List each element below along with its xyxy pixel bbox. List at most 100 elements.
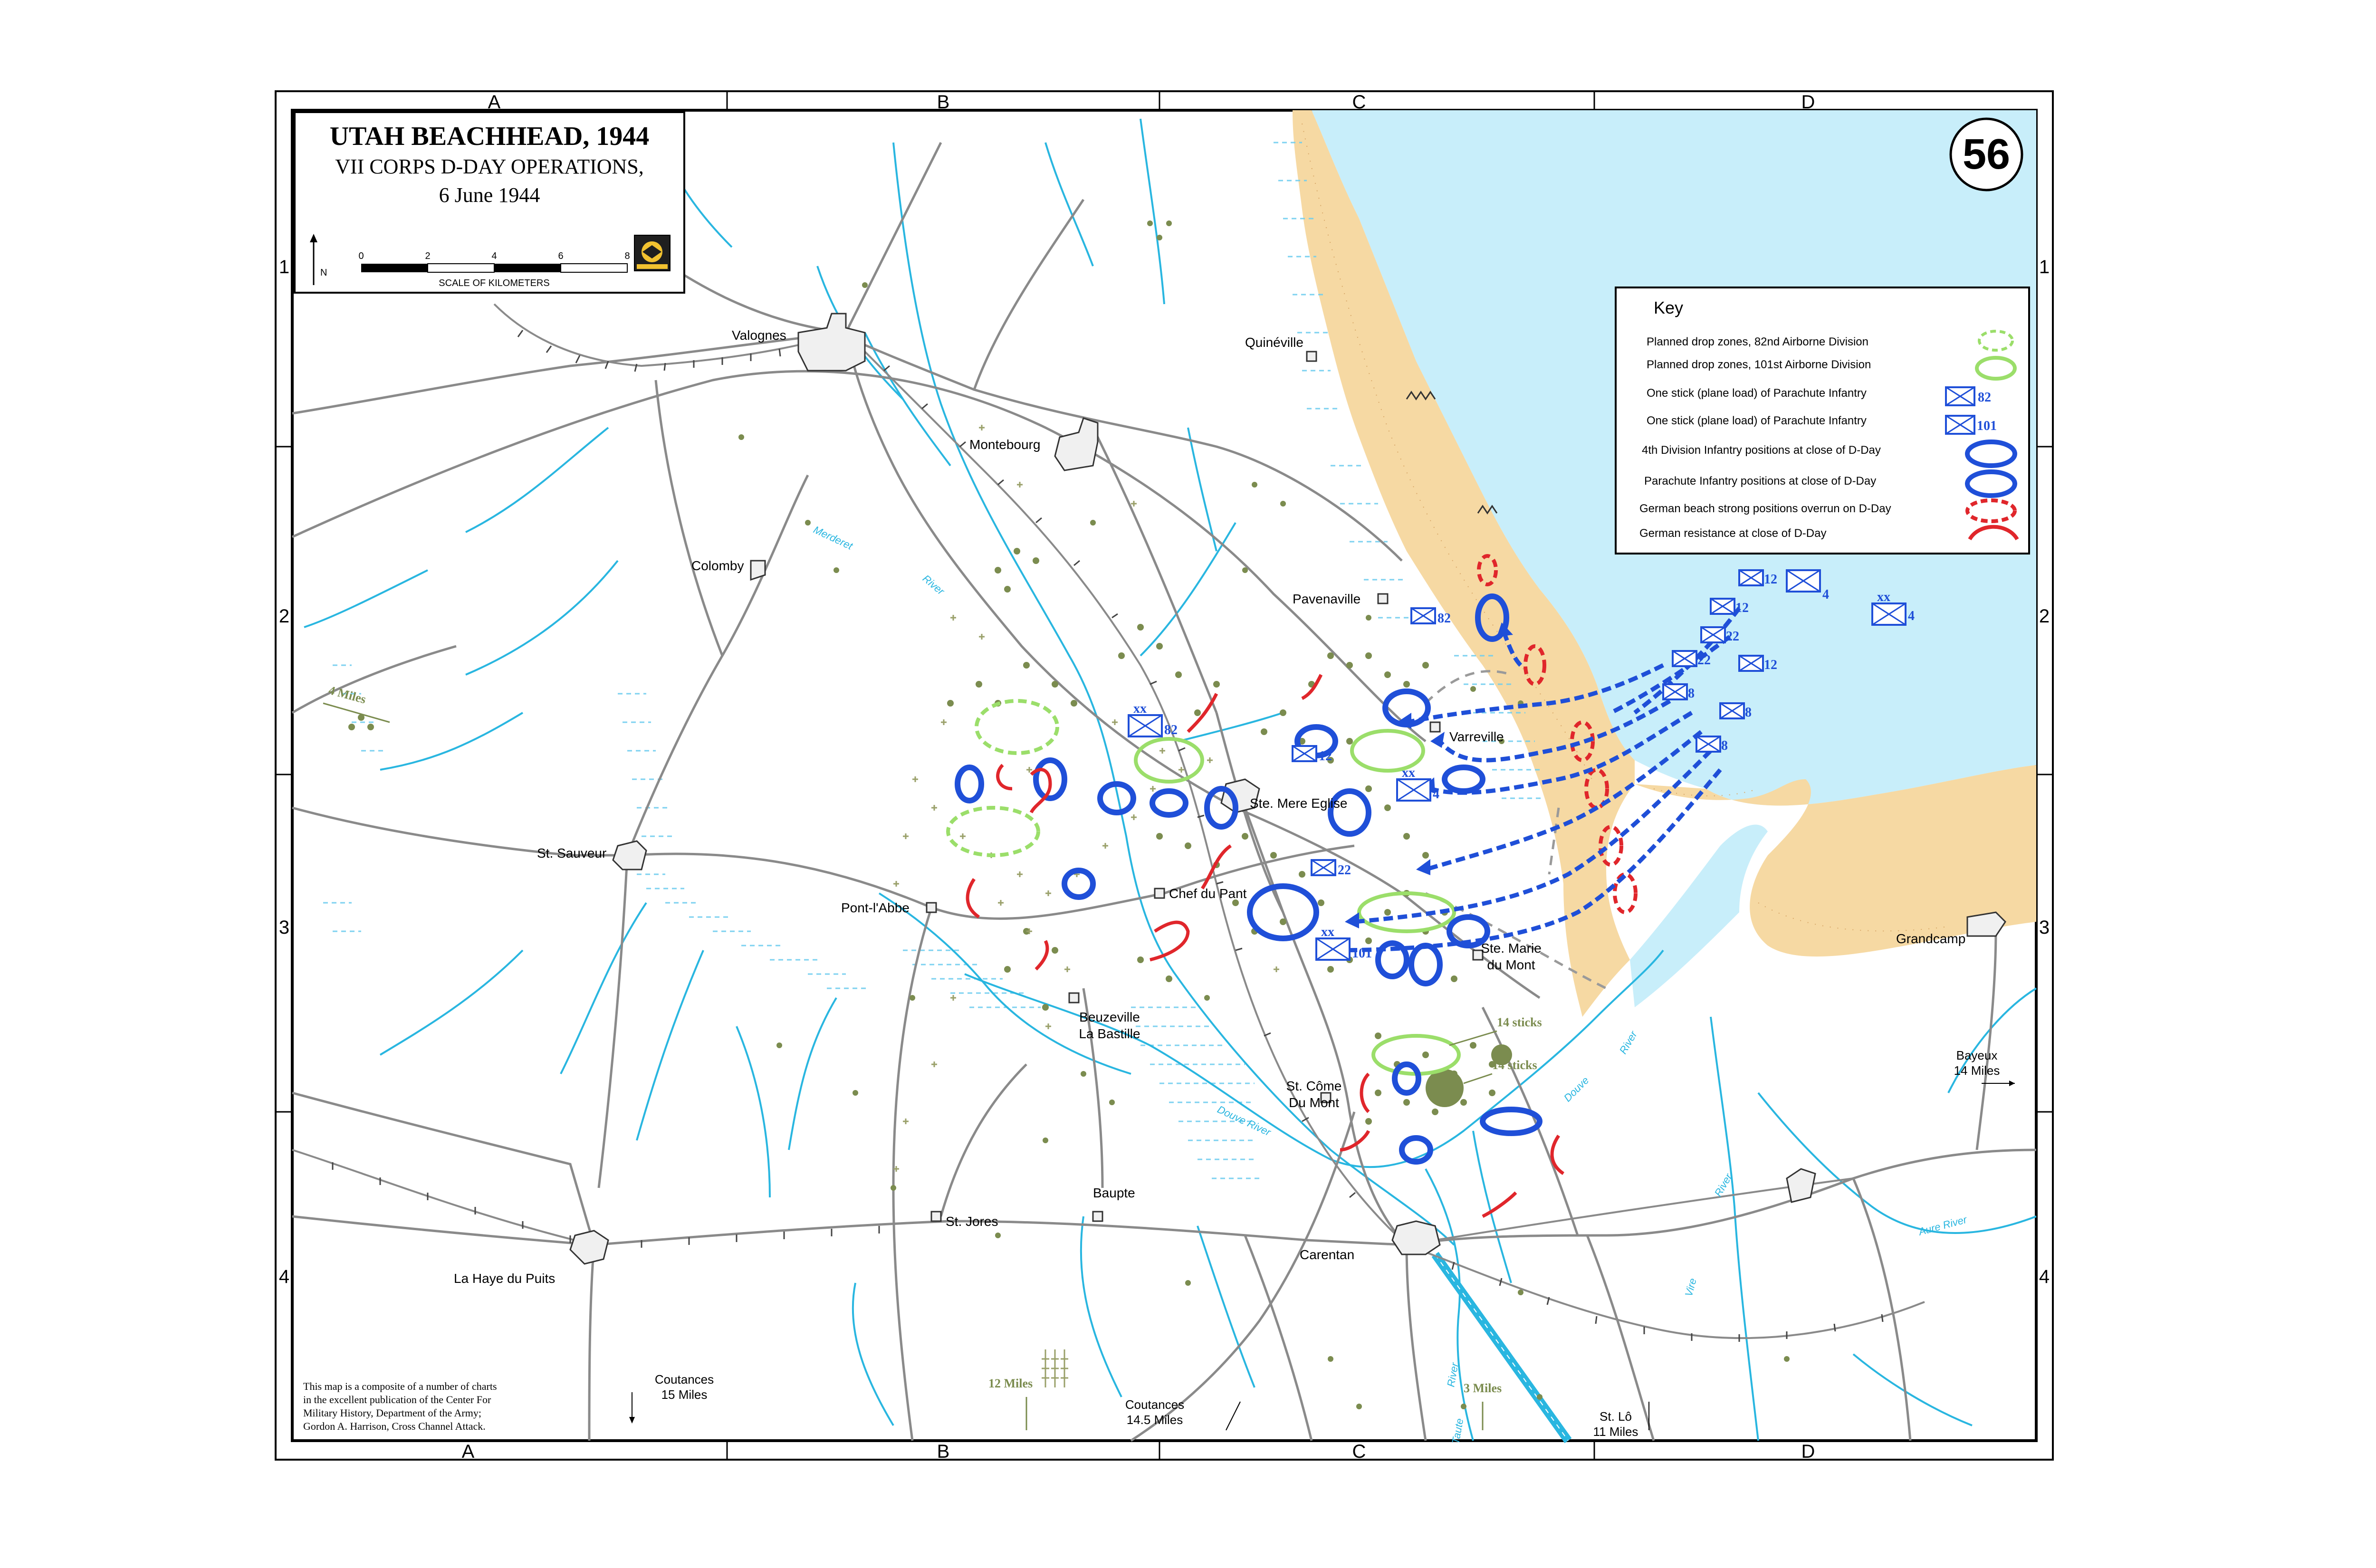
unit-label-4-sea: 4 (1908, 609, 1915, 623)
sea-reg-7: 8 (1745, 705, 1752, 720)
grid-col-c-top: C (1352, 92, 1366, 113)
unit-label-101-div: 101 (1352, 946, 1372, 961)
dist-coutances15-name: Coutances (655, 1372, 714, 1386)
sea-reg-5: 12 (1764, 658, 1777, 672)
scale-tick-8: 8 (624, 251, 630, 261)
grid-row-2-right: 2 (2039, 606, 2050, 627)
key-item-1: Planned drop zones, 82nd Airborne Divisi… (1647, 335, 1868, 348)
town-du-mont: du Mont (1487, 957, 1535, 972)
town-du-mont-2: Du Mont (1289, 1095, 1339, 1110)
key-item-4: One stick (plane load) of Parachute Infa… (1647, 414, 1867, 427)
scale-tick-0: 0 (358, 251, 364, 261)
town-pont-labbe: Pont-l'Abbe (841, 900, 910, 915)
army-seal-icon (634, 235, 671, 271)
grid-col-b-bottom: B (937, 1441, 950, 1462)
svg-text:xx: xx (1321, 925, 1334, 939)
grid-row-1-right: 1 (2039, 257, 2050, 277)
sea-reg-8: 8 (1721, 738, 1728, 753)
sea-reg-1: 12 (1764, 572, 1777, 587)
key-symbol-label-82: 82 (1978, 390, 1991, 405)
town-grandcamp: Grandcamp (1896, 931, 1965, 946)
unit-label-82-div: 82 (1164, 723, 1178, 737)
unit-label-12-reg: 12 (1319, 749, 1332, 764)
scale-tick-2: 2 (425, 251, 430, 261)
key-item-7: German beach strong positions overrun on… (1639, 502, 1891, 515)
note-line-2: in the excellent publication of the Cent… (303, 1394, 491, 1405)
town-la-bastille: La Bastille (1079, 1026, 1140, 1041)
dist-stlo-name: St. Lô (1600, 1409, 1632, 1424)
svg-text:xx: xx (1877, 590, 1890, 604)
note-line-4: Gordon A. Harrison, Cross Channel Attack… (303, 1420, 486, 1432)
title-sub1: VII CORPS D-DAY OPERATIONS, (335, 155, 644, 178)
olive-label-3-miles: 3 Miles (1464, 1381, 1502, 1395)
town-colomby: Colomby (691, 558, 744, 573)
st-sauveur-block (612, 840, 647, 870)
scale-caption: SCALE OF KILOMETERS (439, 278, 549, 288)
scale-tick-4: 4 (491, 251, 497, 261)
town-ste-marie: Ste. Marie (1481, 941, 1542, 956)
dist-coutances145-miles: 14.5 Miles (1127, 1413, 1183, 1427)
unit-label-22-reg: 22 (1338, 863, 1351, 878)
grid-row-4-right: 4 (2039, 1266, 2050, 1287)
svg-text:xx: xx (1133, 701, 1147, 716)
town-la-haye-du-puits: La Haye du Puits (454, 1271, 555, 1286)
sea-reg-4: 22 (1697, 653, 1711, 668)
key-item-3: One stick (plane load) of Parachute Infa… (1647, 387, 1867, 400)
sea-reg-3: 22 (1726, 629, 1739, 644)
scale-bar (361, 263, 628, 273)
sea-reg-6: 8 (1688, 686, 1695, 701)
town-varreville: Varreville (1449, 729, 1504, 744)
grid-row-3-right: 3 (2039, 917, 2050, 938)
unit-label-82-reg: 82 (1437, 611, 1451, 626)
grid-row-4-left: 4 (279, 1266, 289, 1287)
olive-label-14-sticks-b: 14 sticks (1492, 1058, 1537, 1072)
town-st-come: St. Côme (1286, 1079, 1342, 1093)
carentan-block (1391, 1220, 1441, 1255)
grid-row-2-left: 2 (279, 606, 289, 627)
olive-label-14-sticks-a: 14 sticks (1497, 1015, 1542, 1029)
unit-label-4-div: 4 (1433, 787, 1439, 802)
grid-col-c-bottom: C (1352, 1441, 1366, 1462)
grid-col-a-top: A (488, 92, 501, 113)
key-item-8: German resistance at close of D-Day (1639, 527, 1826, 540)
map-canvas: A B C D A B C D 1 2 3 4 1 2 3 4 VIRE - T… (275, 90, 2054, 1462)
dist-bayeux-name: Bayeux (1956, 1048, 1998, 1062)
dist-bayeux-miles: 14 Miles (1954, 1063, 2000, 1078)
dist-coutances15-miles: 15 Miles (661, 1387, 708, 1402)
grid-col-d-top: D (1801, 92, 1815, 113)
grid-col-a-bottom: A (462, 1441, 475, 1462)
key-title: Key (1654, 298, 1683, 317)
map-number: 56 (1963, 131, 2010, 178)
key-symbol-label-101: 101 (1977, 419, 1997, 433)
town-quineville: Quinéville (1245, 335, 1303, 350)
key-item-6: Parachute Infantry positions at close of… (1644, 475, 1876, 488)
town-valognes: Valognes (732, 328, 786, 343)
title-sub2: 6 June 1944 (439, 183, 540, 207)
title-main: UTAH BEACHHEAD, 1944 (330, 122, 650, 151)
sea-reg-2: 12 (1735, 601, 1749, 615)
town-baupte: Baupte (1093, 1186, 1135, 1200)
grid-col-d-bottom: D (1801, 1441, 1815, 1462)
town-ste-mere-eglise: Ste. Mere Eglise (1250, 796, 1347, 811)
town-chef-du-pant: Chef du Pant (1169, 886, 1247, 901)
scale-tick-6: 6 (558, 251, 563, 261)
dist-coutances145-name: Coutances (1125, 1397, 1184, 1412)
north-letter: N (320, 268, 327, 278)
key-item-5: 4th Division Infantry positions at close… (1642, 444, 1881, 457)
town-st-jores: St. Jores (946, 1214, 998, 1229)
grid-row-1-left: 1 (279, 257, 289, 277)
olive-label-12-miles: 12 Miles (988, 1377, 1033, 1390)
svg-text:xx: xx (1402, 765, 1415, 780)
note-line-3: Military History, Department of the Army… (303, 1407, 481, 1419)
town-pavenaville: Pavenaville (1293, 592, 1360, 606)
unit-label-4-sea-b: 4 (1822, 587, 1829, 602)
town-montebourg: Montebourg (969, 437, 1040, 452)
key-item-2: Planned drop zones, 101st Airborne Divis… (1647, 358, 1871, 371)
town-beuzeville: Beuzeville (1079, 1010, 1140, 1024)
note-line-1: This map is a composite of a number of c… (303, 1380, 497, 1392)
town-carentan: Carentan (1300, 1247, 1354, 1262)
town-st-sauveur: St. Sauveur (537, 846, 606, 860)
grid-row-3-left: 3 (279, 917, 289, 938)
grid-col-b-top: B (937, 92, 950, 113)
dist-stlo-miles: 11 Miles (1593, 1425, 1638, 1439)
